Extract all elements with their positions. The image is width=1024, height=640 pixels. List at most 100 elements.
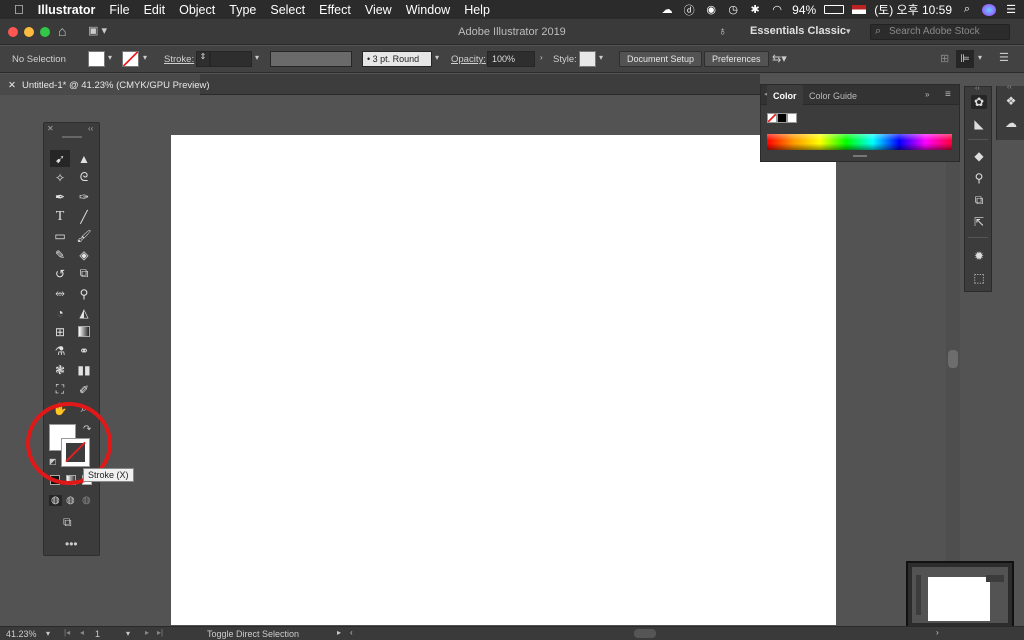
control-menu-icon[interactable]: ☰ (999, 51, 1009, 64)
menu-object[interactable]: Object (172, 3, 222, 17)
spotlight-search-icon[interactable]: ⌕ (960, 3, 974, 16)
first-artboard-icon[interactable]: |◂ (64, 628, 70, 637)
eraser-tool-icon[interactable]: ◈ (74, 246, 94, 263)
bluetooth-icon[interactable]: ✱ (748, 4, 762, 16)
tool-hint[interactable]: Toggle Direct Selection (207, 629, 299, 639)
color-guide-panel-icon[interactable]: ◣ (971, 117, 987, 131)
stroke-swatch[interactable] (122, 51, 139, 67)
chevron-down-icon[interactable]: ▾ (255, 53, 259, 62)
lasso-tool-icon[interactable]: ᘓ (74, 169, 94, 186)
battery-icon[interactable] (824, 5, 845, 14)
scroll-left-icon[interactable]: ‹ (350, 628, 353, 637)
layers-panel-icon[interactable]: ◆ (971, 149, 987, 163)
export-panel-icon[interactable]: ⇱ (971, 215, 987, 229)
fill-swatch[interactable] (88, 51, 105, 67)
input-flag-icon[interactable] (852, 5, 867, 14)
edit-toolbar-icon[interactable]: ••• (65, 537, 78, 551)
scroll-right-icon[interactable]: › (936, 628, 939, 637)
siri-icon[interactable] (982, 3, 996, 16)
workspace-switcher[interactable]: Essentials Classic (750, 25, 846, 37)
rectangle-tool-icon[interactable]: ▭ (50, 227, 70, 244)
magic-wand-tool-icon[interactable]: ✧ (50, 169, 70, 186)
collapse-dock-icon[interactable]: ‹‹ (975, 85, 980, 92)
none-swatch[interactable] (767, 113, 777, 123)
white-swatch[interactable] (787, 113, 797, 123)
artboard-tool-icon[interactable]: ⛶ (50, 381, 70, 398)
menu-app-name[interactable]: Illustrator (31, 3, 103, 17)
stroke-weight-stepper[interactable]: ⇕ (196, 51, 210, 67)
tab-color[interactable]: Color (767, 85, 803, 105)
brush-definition[interactable]: • 3 pt. Round (362, 51, 432, 67)
slice-tool-icon[interactable]: ✐ (74, 381, 94, 398)
line-segment-tool-icon[interactable]: ╱ (74, 208, 94, 225)
wifi-icon[interactable]: ◠ (770, 4, 784, 16)
collapse-panel-icon[interactable]: ‹‹ (88, 124, 93, 133)
status-menu-arrow-icon[interactable]: ▸ (337, 628, 341, 637)
draw-behind-icon[interactable]: ◍ (66, 495, 75, 506)
menu-file[interactable]: File (102, 3, 136, 17)
apple-icon[interactable]:  (0, 2, 31, 17)
direct-selection-tool-icon[interactable]: ▲ (74, 150, 94, 167)
dictionary-icon[interactable]: ⓓ (682, 4, 696, 17)
stroke-label[interactable]: Stroke: (164, 54, 194, 65)
color-panel-icon[interactable]: ✿ (971, 95, 987, 109)
close-panel-icon[interactable]: ✕ (47, 124, 54, 133)
transform-panel-icon[interactable]: ⬚ (971, 271, 987, 285)
pen-tool-icon[interactable]: ✒ (50, 188, 70, 205)
vertical-scrollbar[interactable] (946, 96, 960, 626)
selection-tool-icon[interactable]: ➹ (50, 150, 70, 167)
mesh-tool-icon[interactable]: ⊞ (50, 323, 70, 340)
lightbulb-icon[interactable]: ♁ (718, 24, 727, 38)
notification-center-icon[interactable]: ☰ (1004, 4, 1018, 16)
stock-search-input[interactable]: Search Adobe Stock (870, 24, 1010, 40)
menu-type[interactable]: Type (222, 3, 263, 17)
puppet-warp-tool-icon[interactable]: ⚲ (74, 285, 94, 302)
align-icon[interactable]: ⊞ (940, 52, 949, 65)
blend-tool-icon[interactable]: ⚭ (74, 342, 94, 359)
shaper-tool-icon[interactable]: ✎ (50, 246, 70, 263)
curvature-tool-icon[interactable]: ✑ (74, 188, 94, 205)
resize-grip[interactable] (853, 155, 867, 157)
black-swatch[interactable] (777, 113, 787, 123)
chevron-down-icon[interactable]: ▾ (143, 53, 147, 62)
paintbrush-tool-icon[interactable]: 🖌 (74, 227, 94, 244)
menu-select[interactable]: Select (263, 3, 312, 17)
battery-percent[interactable]: 94% (792, 3, 816, 17)
document-tab[interactable]: ✕ Untitled-1* @ 41.23% (CMYK/GPU Preview) (0, 74, 210, 95)
arrange-icon[interactable]: ⇆▾ (772, 52, 787, 65)
preferences-button[interactable]: Preferences (704, 51, 769, 67)
time-machine-icon[interactable]: ◷ (726, 4, 740, 16)
width-tool-icon[interactable]: ⥈ (50, 285, 70, 302)
chevron-down-icon[interactable]: ▾ (846, 26, 851, 37)
gradient-tool-icon[interactable] (74, 323, 94, 340)
perspective-grid-tool-icon[interactable]: ◭ (74, 304, 94, 321)
collapse-dock-icon[interactable]: ‹‹ (1007, 84, 1012, 91)
properties-panel-icon[interactable]: ❖ (1003, 94, 1019, 108)
chevron-down-icon[interactable]: ▾ (435, 53, 439, 62)
opacity-field[interactable]: 100% (487, 51, 535, 67)
artboard[interactable] (171, 135, 836, 625)
menu-help[interactable]: Help (457, 3, 497, 17)
eyedropper-tool-icon[interactable]: ⚗ (50, 342, 70, 359)
chevron-down-icon[interactable]: ▾ (599, 53, 603, 62)
menu-view[interactable]: View (358, 3, 399, 17)
panel-menu-icon[interactable]: ≡ (945, 89, 951, 100)
appearance-panel-icon[interactable]: ✹ (971, 249, 987, 263)
zoom-level-field[interactable]: 41.23% (6, 629, 37, 639)
menu-edit[interactable]: Edit (137, 3, 173, 17)
symbol-sprayer-tool-icon[interactable]: ❃ (50, 361, 70, 378)
panel-toggle-icon[interactable]: ⊫ (956, 50, 974, 68)
shape-builder-tool-icon[interactable]: ◔ (50, 304, 70, 321)
libraries-panel-icon[interactable]: ⚲ (971, 171, 987, 185)
panel-grip[interactable] (62, 136, 82, 138)
creative-cloud-icon[interactable]: ☁ (660, 4, 674, 16)
sync-icon[interactable]: ◉ (704, 4, 718, 16)
last-artboard-icon[interactable]: ▸| (157, 628, 163, 637)
chevron-down-icon[interactable]: ▾ (46, 629, 50, 638)
document-setup-button[interactable]: Document Setup (619, 51, 703, 67)
screen-mode-icon[interactable]: ⧉ (63, 515, 72, 530)
artboard-number-field[interactable]: 1 (95, 629, 100, 639)
variable-width-profile[interactable] (270, 51, 352, 67)
column-graph-tool-icon[interactable]: ▮▮ (74, 361, 94, 378)
chevron-right-icon[interactable]: › (540, 53, 543, 62)
